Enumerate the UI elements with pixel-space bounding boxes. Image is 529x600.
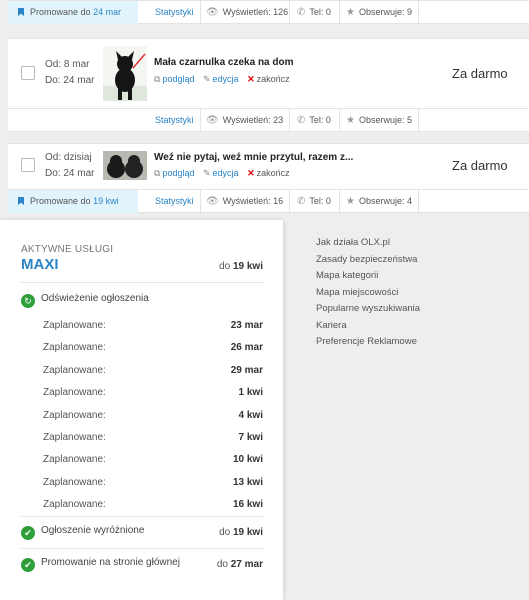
schedule-date: 23 mar: [230, 320, 263, 331]
ad-select-checkbox[interactable]: [21, 158, 35, 172]
preview-link[interactable]: ⧉ podgląd: [154, 168, 194, 178]
schedule-label: Zaplanowane:: [43, 499, 106, 511]
statistics-link[interactable]: Statystyki: [155, 196, 194, 206]
ad-thumbnail[interactable]: [103, 151, 147, 180]
eye-icon: 👁: [206, 115, 219, 126]
homepage-until: do 27 mar: [216, 559, 263, 570]
footer-link[interactable]: Mapa kategorii: [316, 270, 420, 287]
statistics-link[interactable]: Statystyki: [155, 7, 194, 17]
package-name: MAXI: [21, 256, 59, 273]
schedule-label: Zaplanowane:: [43, 432, 106, 443]
checkmark-icon: ✔: [21, 526, 35, 540]
views-count: 👁 Wyświetleń: 16: [206, 196, 284, 207]
footer-link[interactable]: Mapa miejscowości: [316, 287, 420, 304]
schedule-label: Zaplanowane:: [43, 387, 106, 399]
phone-icon: ✆: [297, 7, 306, 18]
footer-link[interactable]: Zasady bezpieczeństwa: [316, 254, 420, 271]
footer-link[interactable]: Preferencje Reklamowe: [316, 336, 420, 353]
ad-dates: Od: 8 mar Do: 24 mar: [45, 59, 95, 86]
eye-icon: 👁: [206, 7, 219, 18]
schedule-date: 4 kwi: [238, 409, 263, 421]
schedule-label: Zaplanowane:: [43, 320, 106, 331]
edit-link[interactable]: ✎ edycja: [203, 74, 239, 84]
featured-service: ✔ Ogłoszenie wyróżnione: [21, 525, 144, 540]
ad-actions: ⧉ podgląd ✎ edycja ✕ zakończ: [154, 168, 290, 179]
ad-title[interactable]: Weź nie pytaj, weź mnie przytul, razem z…: [154, 152, 353, 163]
eye-icon: 👁: [206, 196, 219, 207]
promoted-badge[interactable]: Promowane do 24 mar: [8, 1, 138, 24]
schedule-date: 26 mar: [230, 342, 263, 354]
star-icon: ★: [346, 115, 355, 126]
schedule-label: Zaplanowane:: [43, 476, 106, 488]
ad-dates: Od: dzisiaj Do: 24 mar: [45, 152, 95, 179]
statistics-link[interactable]: Statystyki: [155, 115, 194, 125]
bookmark-icon: [18, 197, 24, 205]
star-icon: ★: [346, 7, 355, 18]
watchers-count: ★ Obserwuje: 9: [346, 7, 412, 18]
views-count: 👁 Wyświetleń: 126: [206, 7, 289, 18]
views-count: 👁 Wyświetleń: 23: [206, 115, 284, 126]
footer-link[interactable]: Kariera: [316, 320, 420, 337]
external-link-icon: ⧉: [154, 74, 161, 84]
ad-thumbnail[interactable]: [103, 46, 147, 101]
close-icon: ✕: [247, 168, 255, 178]
bookmark-icon: [18, 8, 24, 16]
watchers-count: ★ Obserwuje: 5: [346, 115, 412, 126]
refresh-icon: ↻: [21, 294, 35, 308]
ad-title[interactable]: Mała czarnulka czeka na dom: [154, 57, 294, 68]
ad-row: Od: dzisiaj Do: 24 mar Weź nie pytaj, we…: [8, 143, 529, 189]
ad-actions: ⧉ podgląd ✎ edycja ✕ zakończ: [154, 74, 290, 85]
schedule-label: Zaplanowane:: [43, 342, 106, 354]
ad-row: Od: 8 mar Do: 24 mar Mała czarnulka czek…: [8, 38, 529, 109]
schedule-date: 10 kwi: [232, 454, 263, 466]
schedule-date: 1 kwi: [238, 387, 263, 399]
close-icon: ✕: [247, 74, 255, 84]
footer-links: Jak działa OLX.pl Zasady bezpieczeństwa …: [316, 237, 420, 353]
checkmark-icon: ✔: [21, 558, 35, 572]
schedule-label: Zaplanowane:: [43, 454, 106, 466]
schedule-label: Zaplanowane:: [43, 409, 106, 421]
pencil-icon: ✎: [203, 74, 211, 84]
refresh-service: ↻ Odświeżenie ogłoszenia: [21, 293, 149, 308]
schedule-date: 29 mar: [230, 364, 263, 376]
phone-icon: ✆: [297, 196, 306, 207]
ad-stats-bar: Statystyki 👁 Wyświetleń: 23 ✆ Tel: 0 ★ Obse…: [8, 108, 529, 132]
phone-count: ✆ Tel: 0: [297, 115, 331, 126]
end-link[interactable]: ✕ zakończ: [247, 168, 290, 178]
homepage-service: ✔ Promowanie na stronie głównej: [21, 557, 180, 572]
external-link-icon: ⧉: [154, 168, 161, 178]
schedule-date: 7 kwi: [238, 432, 263, 443]
watchers-count: ★ Obserwuje: 4: [346, 196, 412, 207]
footer-link[interactable]: Jak działa OLX.pl: [316, 237, 420, 254]
active-services-label: AKTYWNE USŁUGI: [21, 244, 114, 255]
ad-stats-bar: Promowane do 19 kwi Statystyki 👁 Wyświetl…: [8, 189, 529, 213]
schedule-date: 16 kwi: [232, 499, 263, 511]
schedule-label: Zaplanowane:: [43, 364, 106, 376]
star-icon: ★: [346, 196, 355, 207]
phone-icon: ✆: [297, 115, 306, 126]
pencil-icon: ✎: [203, 168, 211, 178]
phone-count: ✆ Tel: 0: [297, 7, 331, 18]
featured-until: do 19 kwi: [219, 527, 263, 538]
schedule-date: 13 kwi: [232, 476, 263, 488]
phone-count: ✆ Tel: 0: [297, 196, 331, 207]
ad-select-checkbox[interactable]: [21, 66, 35, 80]
ad-price: Za darmo: [452, 66, 508, 81]
preview-link[interactable]: ⧉ podgląd: [154, 74, 194, 84]
package-until: do 19 kwi: [219, 261, 263, 272]
ad-price: Za darmo: [452, 158, 508, 173]
edit-link[interactable]: ✎ edycja: [203, 168, 239, 178]
footer-link[interactable]: Popularne wyszukiwania: [316, 303, 420, 320]
promoted-badge[interactable]: Promowane do 19 kwi: [8, 190, 138, 213]
active-services-popup: AKTYWNE USŁUGI MAXI do 19 kwi ↻ Odświeżen…: [0, 220, 283, 600]
end-link[interactable]: ✕ zakończ: [247, 74, 290, 84]
ad-stats-bar: Promowane do 24 mar Statystyki 👁 Wyświetl…: [8, 0, 529, 24]
